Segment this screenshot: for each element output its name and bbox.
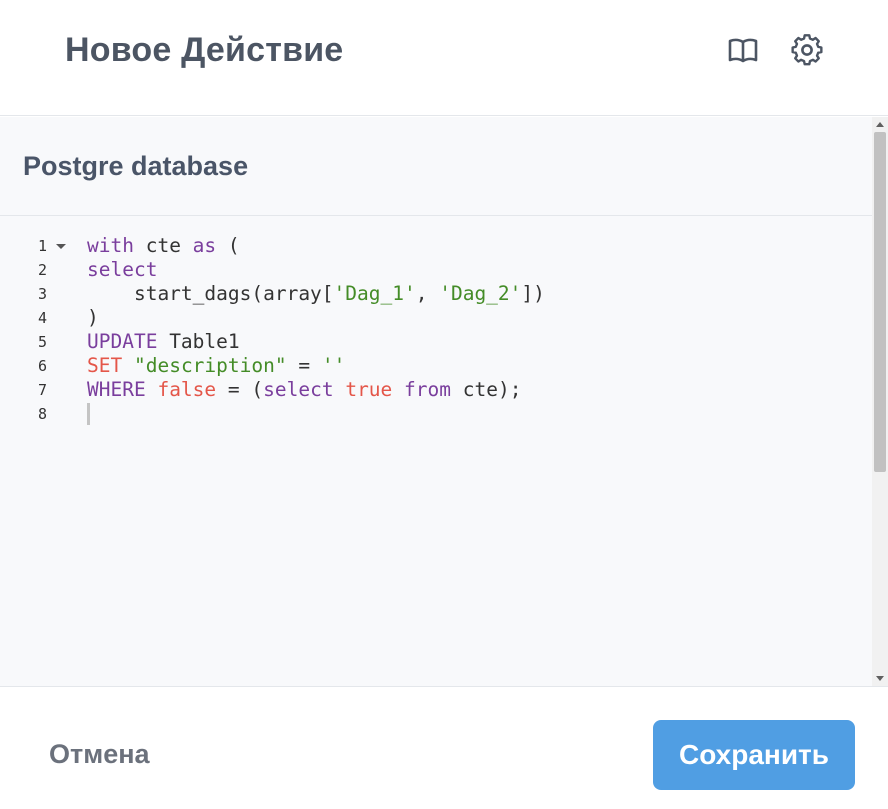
- scrollbar-thumb[interactable]: [874, 132, 886, 472]
- code-line: SET "description" = '': [87, 354, 346, 377]
- code-line: with cte as (: [87, 234, 240, 257]
- line-number: 3: [38, 285, 48, 303]
- page-title: Новое Действие: [65, 31, 344, 69]
- sql-editor[interactable]: 1 2 3 4 5 6 7 8 with cte as ( select sta…: [0, 217, 872, 686]
- code-line: start_dags(array['Dag_1', 'Dag_2']): [87, 282, 545, 305]
- line-number: 2: [38, 261, 48, 279]
- fold-arrow-icon[interactable]: [56, 244, 66, 249]
- cancel-button[interactable]: Отмена: [49, 739, 150, 770]
- code-line: ): [87, 306, 99, 329]
- code-area[interactable]: with cte as ( select start_dags(array['D…: [87, 234, 857, 426]
- section-header: Postgre database: [0, 117, 872, 216]
- database-name: Postgre database: [23, 151, 249, 181]
- gear-icon[interactable]: [791, 34, 823, 66]
- line-number: 1: [0, 234, 80, 258]
- book-icon[interactable]: [727, 34, 759, 66]
- line-number: 6: [38, 357, 48, 375]
- line-number: 4: [38, 309, 48, 327]
- code-line: [87, 402, 857, 426]
- code-line: UPDATE Table1: [87, 330, 240, 353]
- line-number: 8: [38, 405, 48, 423]
- code-line: select: [87, 258, 158, 281]
- line-gutter: 1 2 3 4 5 6 7 8: [0, 234, 80, 426]
- editor-panel: Postgre database 1 2 3 4 5 6 7 8 with ct…: [0, 117, 888, 686]
- text-cursor: [87, 402, 90, 425]
- code-line: WHERE false = (select true from cte);: [87, 378, 522, 401]
- save-button[interactable]: Сохранить: [653, 720, 855, 790]
- vertical-scrollbar[interactable]: [872, 117, 888, 686]
- scroll-down-icon[interactable]: [876, 676, 884, 681]
- modal-header: Новое Действие: [0, 0, 888, 116]
- modal-footer: Отмена Сохранить: [0, 686, 888, 809]
- line-number: 7: [38, 381, 48, 399]
- scroll-up-icon[interactable]: [876, 122, 884, 127]
- line-number: 5: [38, 333, 48, 351]
